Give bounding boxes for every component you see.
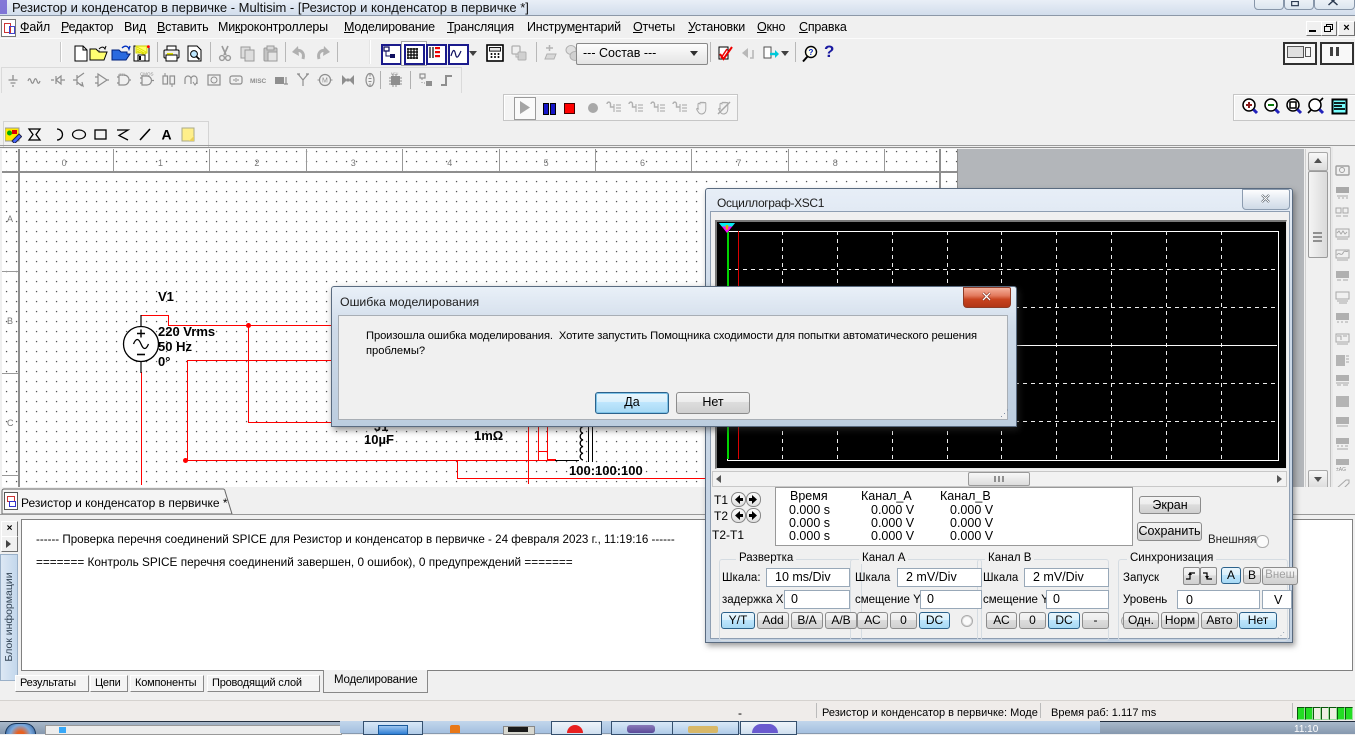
svg-text:MISC: MISC	[250, 78, 266, 85]
svg-text:±AG: ±AG	[1336, 467, 1346, 472]
svg-text:A: A	[162, 127, 172, 143]
svg-text:CMOS: CMOS	[140, 72, 154, 77]
svg-text:M: M	[322, 78, 328, 85]
svg-text:TTL: TTL	[119, 72, 127, 77]
svg-text:MCU: MCU	[391, 72, 399, 76]
svg-text:?: ?	[809, 48, 814, 57]
